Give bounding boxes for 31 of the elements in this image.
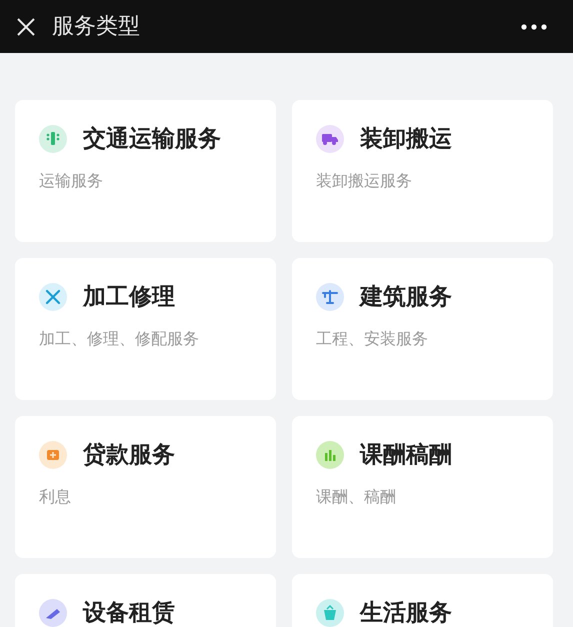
service-description: 课酬、稿酬 [316,486,397,508]
more-icon[interactable] [521,24,547,30]
service-card[interactable]: 交通运输服务 运输服务 [15,100,276,242]
tools-icon [45,289,61,306]
service-card[interactable]: 贷款服务 利息 [15,416,276,558]
service-title: 建筑服务 [360,283,452,312]
service-card[interactable]: 加工修理 加工、修理、修配服务 [15,258,276,400]
crane-icon [322,289,338,306]
service-title: 加工修理 [83,283,175,312]
service-description: 利息 [39,486,72,508]
service-card[interactable]: 设备租赁 [15,574,276,627]
service-title: 生活服务 [360,599,452,627]
service-title: 课酬稿酬 [360,441,452,470]
close-icon[interactable] [16,16,36,36]
truck-icon [321,132,339,146]
service-description: 加工、修理、修配服务 [39,328,200,350]
service-card[interactable]: 课酬稿酬 课酬、稿酬 [292,416,553,558]
service-card[interactable]: 装卸搬运 装卸搬运服务 [292,100,553,242]
basket-icon [322,605,338,622]
service-title: 交通运输服务 [83,125,221,154]
traffic-light-icon [45,131,61,148]
service-description: 运输服务 [39,170,104,192]
service-title: 设备租赁 [83,599,175,627]
bar-chart-icon [322,447,338,464]
service-card[interactable]: 建筑服务 工程、安装服务 [292,258,553,400]
service-card[interactable]: 生活服务 [292,574,553,627]
page-title: 服务类型 [52,13,140,41]
service-description: 工程、安装服务 [316,328,429,350]
service-description: 装卸搬运服务 [316,170,413,192]
service-title: 贷款服务 [83,441,175,470]
service-title: 装卸搬运 [360,125,452,154]
